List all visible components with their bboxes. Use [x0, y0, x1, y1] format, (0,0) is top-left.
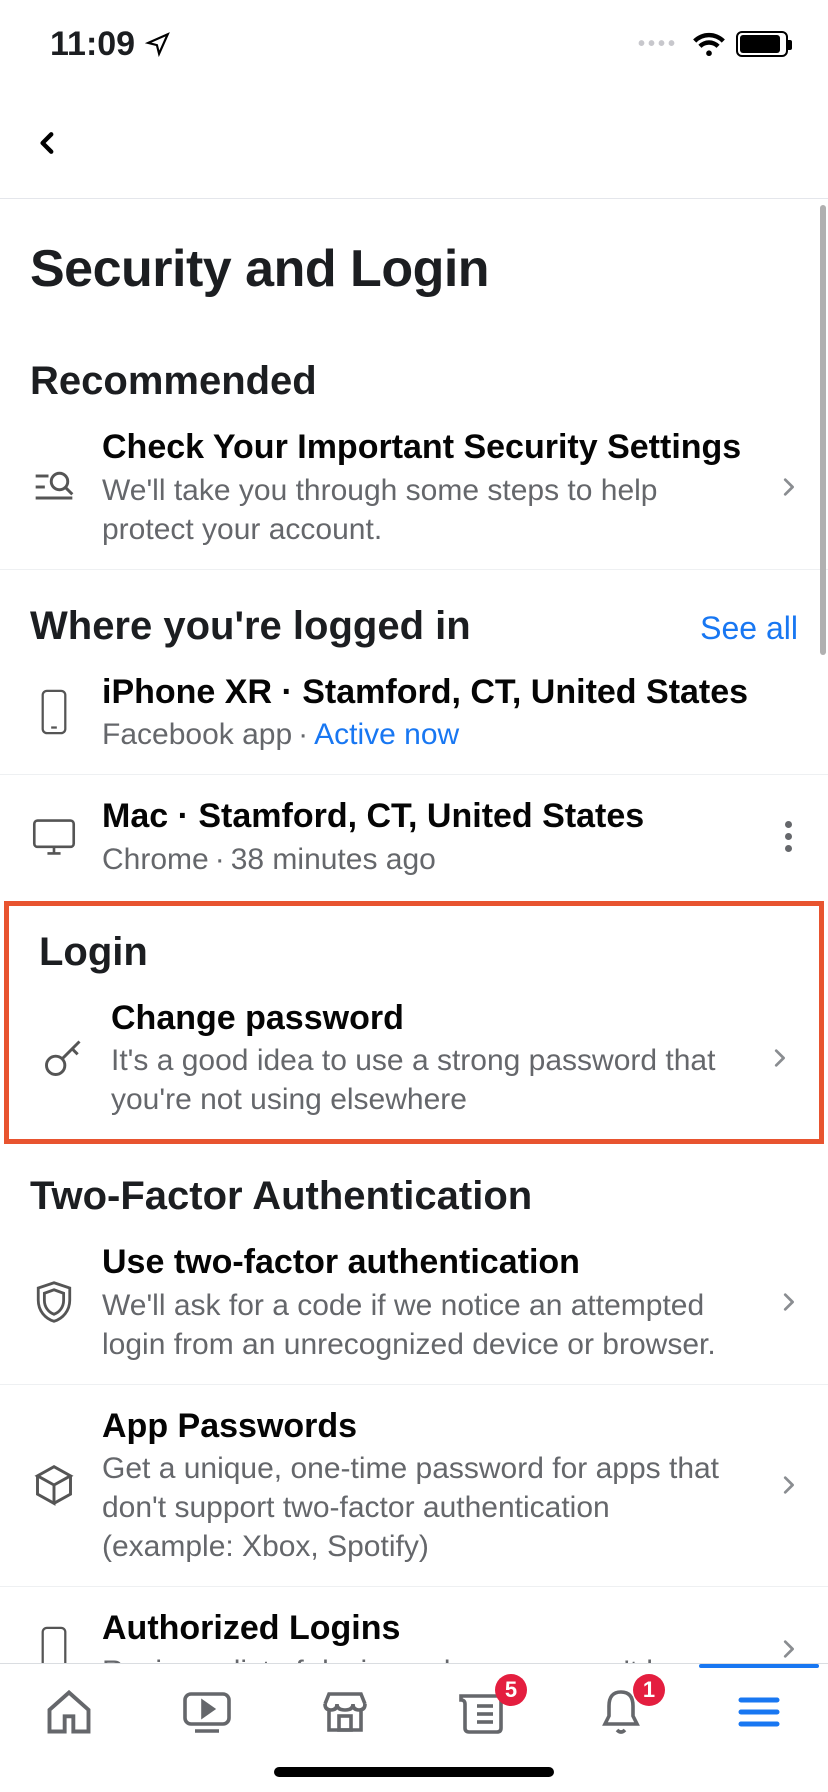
row-subtitle: We'll ask for a code if we notice an att…	[102, 1286, 744, 1364]
row-change-password[interactable]: Change password It's a good idea to use …	[9, 977, 819, 1140]
row-subtitle: It's a good idea to use a strong passwor…	[111, 1041, 735, 1119]
row-subtitle: Facebook app·Active now	[102, 715, 808, 754]
cube-icon	[30, 1461, 78, 1509]
tab-marketplace[interactable]	[315, 1682, 375, 1742]
desktop-icon	[30, 813, 78, 861]
chevron-right-icon	[759, 1038, 799, 1078]
news-badge: 5	[495, 1674, 527, 1706]
row-subtitle: Get a unique, one-time password for apps…	[102, 1449, 744, 1566]
row-title: App Passwords	[102, 1405, 744, 1448]
row-subtitle: Review a list of devices where you won't…	[102, 1652, 744, 1664]
row-title: Check Your Important Security Settings	[102, 426, 744, 469]
page-title: Security and Login	[0, 199, 828, 309]
shield-icon	[30, 1278, 78, 1326]
phone-icon	[30, 688, 78, 736]
section-heading-login: Login	[9, 906, 819, 977]
tab-home[interactable]	[39, 1682, 99, 1742]
tab-watch[interactable]	[177, 1682, 237, 1742]
home-indicator	[274, 1767, 554, 1777]
status-time: 11:09	[50, 25, 135, 64]
home-icon	[43, 1686, 95, 1738]
menu-icon	[735, 1692, 783, 1732]
session-row-mac[interactable]: Mac · Stamford, CT, United States Chrome…	[0, 775, 828, 899]
chevron-left-icon	[35, 123, 61, 163]
row-check-security-settings[interactable]: Check Your Important Security Settings W…	[0, 406, 828, 570]
row-app-passwords[interactable]: App Passwords Get a unique, one-time pas…	[0, 1385, 828, 1588]
settings-content: Security and Login Recommended Check You…	[0, 198, 828, 1663]
row-title: Use two-factor authentication	[102, 1241, 744, 1284]
active-tab-indicator	[699, 1664, 819, 1668]
scroll-indicator	[820, 205, 826, 655]
see-all-link[interactable]: See all	[700, 610, 798, 651]
tab-notifications[interactable]: 1	[591, 1682, 651, 1742]
section-heading-recommended: Recommended	[0, 309, 828, 406]
key-icon	[39, 1034, 87, 1082]
bottom-tab-bar: 5 1	[0, 1663, 828, 1791]
back-button[interactable]	[28, 123, 68, 163]
watch-icon	[181, 1689, 233, 1735]
row-title: Mac · Stamford, CT, United States	[102, 795, 744, 838]
signal-dots-icon: ••••	[638, 33, 678, 56]
row-subtitle: Chrome·38 minutes ago	[102, 840, 744, 879]
chevron-right-icon	[768, 1465, 808, 1505]
phone-icon	[30, 1625, 78, 1663]
session-row-iphone[interactable]: iPhone XR · Stamford, CT, United States …	[0, 651, 828, 776]
wifi-icon	[692, 31, 726, 57]
notifications-badge: 1	[633, 1674, 665, 1706]
more-options-button[interactable]	[768, 817, 808, 857]
battery-icon	[736, 31, 788, 57]
chevron-right-icon	[768, 1629, 808, 1663]
row-title: Authorized Logins	[102, 1607, 744, 1650]
nav-bar	[0, 88, 828, 198]
chevron-right-icon	[768, 467, 808, 507]
row-subtitle: We'll take you through some steps to hel…	[102, 471, 744, 549]
row-title: iPhone XR · Stamford, CT, United States	[102, 671, 808, 714]
tab-news[interactable]: 5	[453, 1682, 513, 1742]
chevron-right-icon	[768, 1282, 808, 1322]
location-arrow-icon	[145, 31, 171, 57]
row-title: Change password	[111, 997, 735, 1040]
row-authorized-logins[interactable]: Authorized Logins Review a list of devic…	[0, 1587, 828, 1663]
list-search-icon	[30, 463, 78, 511]
tab-menu[interactable]	[729, 1682, 789, 1742]
login-section-highlight: Login Change password It's a good idea t…	[4, 901, 824, 1145]
section-heading-logged-in: Where you're logged in	[0, 570, 501, 651]
status-bar: 11:09 ••••	[0, 0, 828, 88]
marketplace-icon	[319, 1687, 371, 1737]
row-use-twofa[interactable]: Use two-factor authentication We'll ask …	[0, 1221, 828, 1385]
section-heading-twofa: Two-Factor Authentication	[0, 1144, 828, 1221]
